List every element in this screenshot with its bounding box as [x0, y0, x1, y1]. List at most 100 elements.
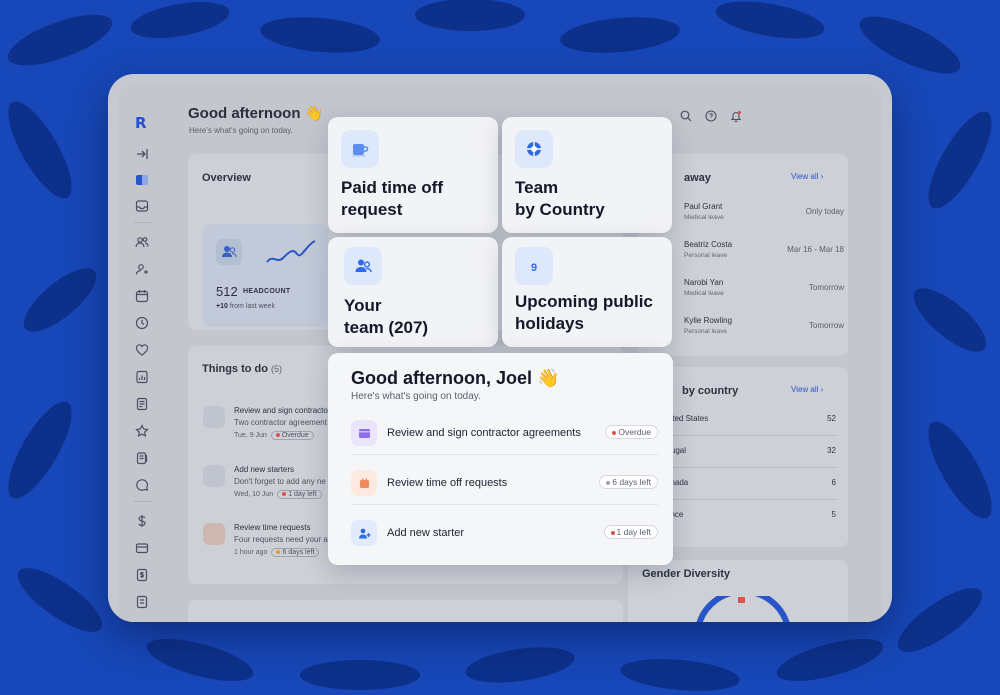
invoice-icon[interactable]	[134, 567, 150, 583]
country-count: 5	[831, 510, 836, 519]
add-person-icon	[351, 520, 377, 546]
dashboard-icon[interactable]	[134, 172, 150, 188]
headcount-delta-value: +10	[216, 303, 228, 310]
report-icon[interactable]	[134, 369, 150, 385]
paid-time-off-card[interactable]: Paid time off request	[328, 117, 498, 233]
status-badge-text: 6 days left	[612, 477, 651, 487]
calendar-icon[interactable]	[134, 288, 150, 304]
status-badge-text: 1 day left	[288, 491, 317, 498]
team-by-country-card[interactable]: Team by Country	[502, 117, 672, 233]
things-to-do-count: (5)	[271, 364, 283, 374]
star-icon[interactable]	[134, 423, 150, 439]
by-country-view-all-text: View all	[791, 385, 819, 394]
task-row[interactable]: Add new starter 1 day left	[351, 513, 658, 555]
country-row: rtugal 32	[666, 438, 836, 468]
leave-type: Medical leave	[684, 214, 724, 221]
status-badge-text: Overdue	[618, 427, 651, 437]
task-label: Add new starter	[387, 527, 465, 539]
help-icon[interactable]	[705, 109, 717, 122]
tasks-greeting: Good afternoon, Joel 👋	[351, 368, 560, 388]
calendar-icon: 9	[515, 247, 553, 285]
public-holidays-card[interactable]: 9 Upcoming public holidays	[502, 237, 672, 347]
country-count: 32	[827, 446, 836, 455]
away-view-all-link[interactable]: View all ›	[791, 172, 823, 181]
status-dot	[610, 530, 615, 535]
people-icon[interactable]	[134, 234, 150, 250]
coffee-cup-icon	[341, 130, 379, 168]
page-greeting: Good afternoon 👋	[188, 105, 324, 122]
receipt-icon[interactable]	[134, 594, 150, 610]
country-count: 52	[827, 414, 836, 423]
headcount-delta: +10 from last week	[216, 303, 275, 310]
search-icon[interactable]	[680, 109, 692, 122]
team-by-country-title: Team by Country	[515, 178, 605, 219]
dollar-icon[interactable]	[134, 513, 150, 529]
add-person-icon	[203, 465, 225, 487]
leave-type: Personal leave	[684, 252, 727, 259]
headcount-trend-sparkline	[266, 240, 316, 263]
headcount-delta-text: from last week	[229, 303, 275, 310]
card-icon[interactable]	[134, 540, 150, 556]
away-person-row[interactable]: Kylie Rowling Personal leave Tomorrow	[684, 316, 844, 344]
task-row[interactable]: Review time off requests 6 days left	[351, 463, 658, 505]
headcount-label: HEADCOUNT	[243, 288, 291, 295]
person-name: Beatriz Costa	[684, 240, 733, 249]
public-holidays-title: Upcoming public holidays	[515, 292, 653, 333]
todo-date: Tue, 9 Jun	[234, 432, 267, 439]
app-logo[interactable]: R	[135, 114, 151, 132]
heart-icon[interactable]	[134, 342, 150, 358]
headcount-card[interactable]: 512 HEADCOUNT +10 from last week	[203, 224, 328, 327]
away-title: away	[684, 172, 711, 184]
notification-bell-icon[interactable]	[730, 109, 742, 123]
status-badge: 1 day left	[603, 525, 658, 539]
todo-title: Review time requests	[234, 523, 311, 532]
person-name: Paul Grant	[684, 202, 723, 211]
leave-type: Personal leave	[684, 328, 727, 335]
your-team-card[interactable]: Your team (207)	[328, 237, 498, 347]
clipboard-icon[interactable]	[134, 450, 150, 466]
country-row: anada 6	[666, 470, 836, 500]
status-badge: 6 days left	[271, 548, 320, 557]
todo-desc: Don't forget to add any ne	[234, 477, 326, 486]
task-label: Review time off requests	[387, 477, 508, 489]
away-person-row[interactable]: Narobi Yan Medical leave Tomorrow	[684, 278, 844, 306]
bottom-panel	[188, 600, 623, 622]
todo-date: Wed, 10 Jun	[234, 491, 274, 498]
task-row[interactable]: Review and sign contractor agreements Ov…	[351, 413, 658, 455]
your-team-title: Your team (207)	[344, 296, 429, 337]
away-person-row[interactable]: Paul Grant Medical leave Only today	[684, 202, 844, 230]
status-dot	[612, 430, 617, 435]
status-dot	[282, 492, 287, 497]
status-dot	[276, 550, 281, 555]
clock-icon[interactable]	[134, 315, 150, 331]
country-row: ance 5	[666, 502, 836, 532]
sidebar-divider	[134, 222, 152, 223]
todo-title: Review and sign contractor	[234, 406, 331, 415]
todo-date: 1 hour ago	[234, 549, 268, 556]
chat-icon[interactable]	[134, 477, 150, 493]
inbox-icon[interactable]	[134, 198, 150, 214]
leave-type: Medical leave	[684, 290, 724, 297]
document-icon[interactable]	[134, 396, 150, 412]
away-view-all-text: View all	[791, 172, 819, 181]
collapse-sidebar-icon[interactable]	[134, 146, 150, 162]
todo-meta: Tue, 9 Jun Overdue	[234, 431, 314, 440]
status-badge: 1 day left	[277, 490, 322, 499]
country-row: nited States 52	[666, 406, 836, 436]
todo-meta: Wed, 10 Jun 1 day left	[234, 490, 322, 499]
paid-time-off-title: Paid time off request	[341, 178, 444, 219]
tasks-card: Good afternoon, Joel 👋 Here's what's goi…	[328, 353, 673, 565]
add-person-icon[interactable]	[134, 261, 150, 277]
todo-title: Add new starters	[234, 465, 295, 474]
page-greeting-subtitle: Here's what's going on today.	[189, 126, 293, 135]
leave-when: Tomorrow	[808, 283, 844, 292]
leave-when: Tomorrow	[808, 321, 844, 330]
contract-icon	[351, 420, 377, 446]
country-count: 6	[831, 478, 836, 487]
things-to-do-label: Things to do	[202, 363, 268, 375]
time-off-icon	[203, 523, 225, 545]
status-badge: Overdue	[605, 425, 658, 439]
person-name: Narobi Yan	[684, 278, 724, 287]
away-person-row[interactable]: Beatriz Costa Personal leave Mar 16 - Ma…	[684, 240, 844, 268]
by-country-view-all-link[interactable]: View all ›	[791, 385, 823, 394]
